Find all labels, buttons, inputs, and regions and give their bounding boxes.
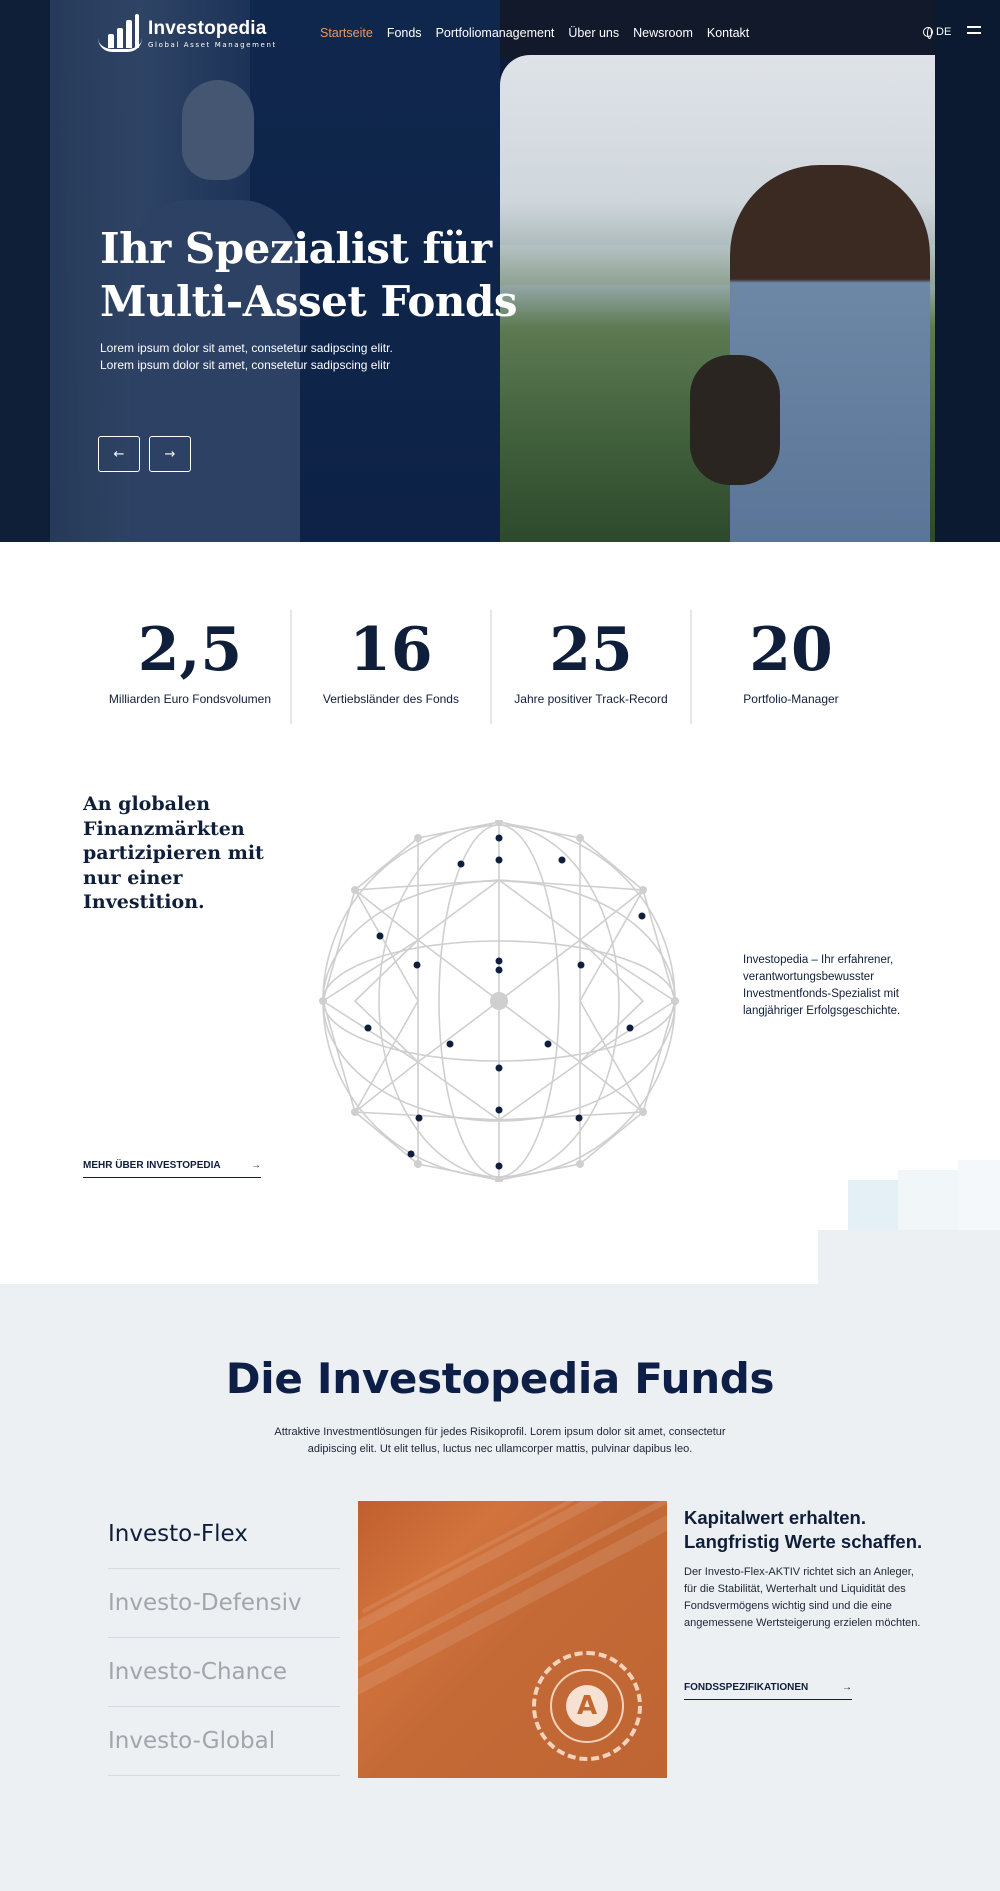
arrow-right-icon: → <box>842 1682 852 1693</box>
fund-specs-label: FONDSSPEZIFIKATIONEN <box>684 1682 809 1693</box>
language-label: DE <box>936 26 952 38</box>
brand-name: Investopedia <box>148 17 267 39</box>
arrow-right-icon: → <box>251 1160 261 1171</box>
fund-tab-investo-flex[interactable]: Investo-Flex <box>108 1500 340 1569</box>
stat-number: 25 <box>549 615 633 685</box>
menu-item-ueber-uns[interactable]: Über uns <box>568 26 619 40</box>
more-about-link[interactable]: MEHR ÜBER INVESTOPEDIA → <box>83 1160 261 1178</box>
funds-subtitle-line-2: adipiscing elit. Ut elit tellus, luctus … <box>307 1443 693 1455</box>
hero-subtitle: Lorem ipsum dolor sit amet, consetetur s… <box>100 340 480 374</box>
fund-tab-investo-chance[interactable]: Investo-Chance <box>108 1638 340 1707</box>
top-navigation: Investopedia Global Asset Management Sta… <box>0 0 1000 70</box>
fund-tab-investo-defensiv[interactable]: Investo-Defensiv <box>108 1569 340 1638</box>
menu-item-fonds[interactable]: Fonds <box>387 26 422 40</box>
stat-number: 16 <box>349 615 433 685</box>
hero-edge <box>0 0 50 542</box>
stat-number: 2,5 <box>137 615 243 685</box>
main-menu: Startseite Fonds Portfoliomanagement Übe… <box>320 26 749 40</box>
more-about-label: MEHR ÜBER INVESTOPEDIA <box>83 1160 221 1171</box>
fund-list: Investo-Flex Investo-Defensiv Investo-Ch… <box>108 1500 340 1776</box>
stat-label: Portfolio-Manager <box>743 692 839 706</box>
hero-prev-button[interactable]: ← <box>98 436 140 472</box>
hero-title: Ihr Spezialist für Multi-Asset Fonds <box>100 222 520 328</box>
stats-row: 2,5 Milliarden Euro Fondsvolumen 16 Vert… <box>90 610 890 724</box>
hero-next-button[interactable]: → <box>149 436 191 472</box>
seal-badge-icon: A <box>532 1651 642 1761</box>
hamburger-menu-icon[interactable] <box>967 26 981 38</box>
about-title: An globalen Finanzmärkten partizipieren … <box>83 793 264 913</box>
fund-description: Der Investo-Flex-AKTIV richtet sich an A… <box>684 1566 921 1629</box>
menu-item-portfoliomanagement[interactable]: Portfoliomanagement <box>436 26 555 40</box>
menu-item-startseite[interactable]: Startseite <box>320 26 373 40</box>
stat-item: 2,5 Milliarden Euro Fondsvolumen <box>90 610 290 724</box>
stat-item: 25 Jahre positiver Track-Record <box>489 610 690 724</box>
hero-title-line-2: Multi-Asset Fonds <box>100 277 517 326</box>
fund-headline-line-1: Kapitalwert erhalten. <box>684 1507 866 1528</box>
arrow-left-icon: ← <box>113 446 125 462</box>
stat-number: 20 <box>749 615 833 685</box>
network-sphere-illustration <box>319 820 679 1182</box>
funds-section: Die Investopedia Funds Attraktive Invest… <box>0 1284 1000 1891</box>
brand-tagline: Global Asset Management <box>148 40 277 49</box>
arrow-right-icon: → <box>164 446 176 462</box>
funds-subtitle-line-1: Attraktive Investmentlösungen für jedes … <box>274 1426 726 1438</box>
fund-card-image: A <box>358 1501 667 1778</box>
hero-section: Ihr Spezialist für Multi-Asset Fonds Lor… <box>0 0 1000 542</box>
stat-label: Vertiebsländer des Fonds <box>322 692 459 706</box>
stat-label: Milliarden Euro Fondsvolumen <box>108 692 271 706</box>
stat-item: 20 Portfolio-Manager <box>689 610 890 724</box>
stat-label: Jahre positiver Track-Record <box>514 692 668 706</box>
menu-item-kontakt[interactable]: Kontakt <box>707 26 749 40</box>
menu-item-newsroom[interactable]: Newsroom <box>633 26 693 40</box>
funds-subtitle: Attraktive Investmentlösungen für jedes … <box>250 1424 750 1458</box>
fund-tab-investo-global[interactable]: Investo-Global <box>108 1707 340 1776</box>
funds-title: Die Investopedia Funds <box>225 1354 775 1403</box>
seal-letter: A <box>566 1685 608 1727</box>
hero-photo-image <box>500 55 950 542</box>
globe-icon <box>923 27 933 39</box>
stat-item: 16 Vertiebsländer des Fonds <box>289 610 490 724</box>
brand-logo[interactable]: Investopedia Global Asset Management <box>98 12 277 54</box>
about-text: Investopedia – Ihr erfahrener, verantwor… <box>743 954 901 1017</box>
fund-headline: Kapitalwert erhalten. Langfristig Werte … <box>684 1506 944 1554</box>
decorative-pixel-blocks <box>818 1160 1000 1284</box>
logo-bars-icon <box>98 12 142 54</box>
language-switcher[interactable]: DE <box>923 26 952 39</box>
hero-subtitle-line-1: Lorem ipsum dolor sit amet, consetetur s… <box>100 341 393 355</box>
hero-frame-edge <box>935 0 1000 542</box>
fund-specs-link[interactable]: FONDSSPEZIFIKATIONEN → <box>684 1682 852 1700</box>
hero-subtitle-line-2: Lorem ipsum dolor sit amet, consetetur s… <box>100 358 391 372</box>
fund-headline-line-2: Langfristig Werte schaffen. <box>684 1531 923 1552</box>
hero-title-line-1: Ihr Spezialist für <box>100 224 492 273</box>
